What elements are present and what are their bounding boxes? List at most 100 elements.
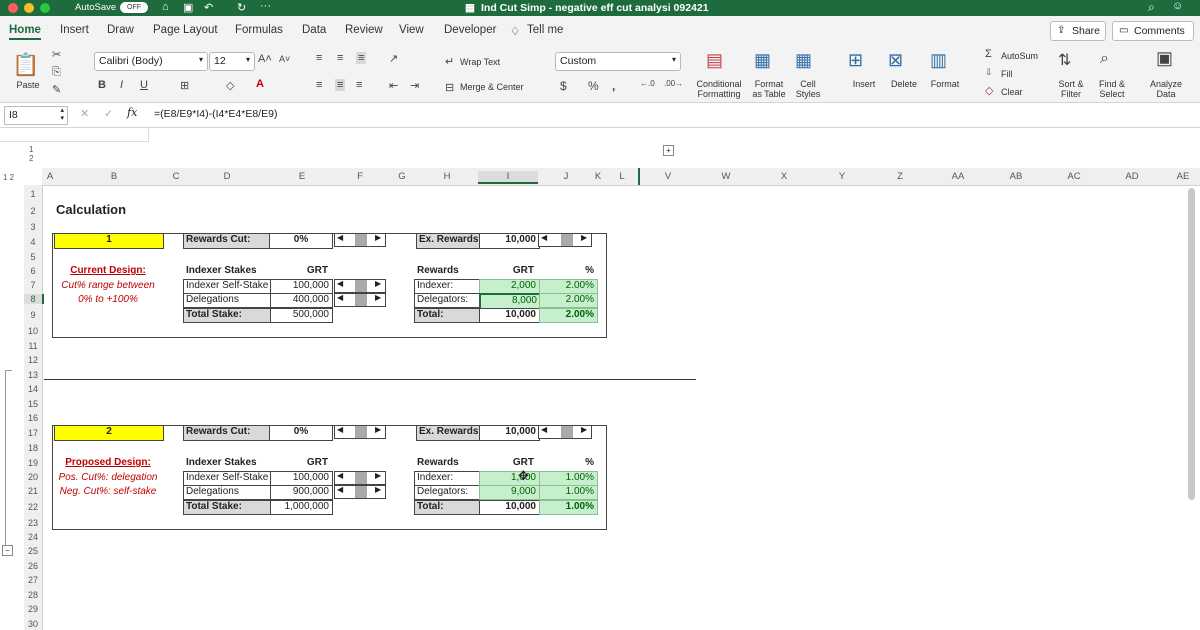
borders-icon[interactable]: ⊞ — [180, 79, 189, 92]
analyze-data-icon[interactable]: ▣ — [1156, 48, 1173, 69]
row-header[interactable]: 6 — [24, 266, 42, 276]
tab-data[interactable]: Data — [302, 24, 326, 36]
fx-icon[interactable]: fx — [127, 106, 137, 119]
block1-self-stake-slider[interactable]: ◀ ▶ — [334, 279, 386, 293]
orientation-icon[interactable]: ↗ — [389, 52, 398, 65]
block1-indexer-grt[interactable]: 2,000 — [479, 279, 540, 294]
undo-icon[interactable]: ↶ — [204, 1, 213, 14]
comments-button[interactable]: ▭ Comments — [1112, 21, 1194, 41]
format-cells-icon[interactable]: ▥ — [930, 50, 947, 71]
account-icon[interactable]: ☺ — [1172, 0, 1183, 12]
underline-icon[interactable]: U — [140, 79, 148, 91]
outline-level-buttons-left[interactable]: 1 2 — [3, 173, 14, 182]
row-header[interactable]: 26 — [24, 561, 42, 571]
formula-input[interactable]: =(E8/E9*I4)-(I4*E4*E8/E9) — [154, 108, 277, 120]
row-header[interactable]: 10 — [24, 326, 42, 336]
column-header[interactable]: Z — [872, 171, 928, 182]
autosum-button[interactable]: AutoSum — [1001, 51, 1038, 61]
block1-ex-rewards-value[interactable]: 10,000 — [479, 233, 540, 249]
home-icon[interactable]: ⌂ — [162, 1, 169, 13]
block1-delegations-value[interactable]: 400,000 — [270, 293, 333, 308]
increase-indent-icon[interactable]: ⇥ — [410, 79, 419, 92]
collapse-rows-icon[interactable]: − — [2, 545, 13, 556]
column-header[interactable]: B — [58, 171, 170, 182]
row-header[interactable]: 4 — [24, 237, 42, 247]
minimize-window-icon[interactable] — [24, 3, 34, 13]
align-center-icon[interactable]: ≡ — [335, 79, 346, 91]
tab-developer[interactable]: Developer — [444, 24, 496, 36]
block2-total-grt[interactable]: 10,000 — [479, 500, 540, 515]
slider-thumb[interactable] — [355, 472, 367, 484]
column-header[interactable]: K — [592, 171, 604, 182]
column-header-selected[interactable]: I — [478, 171, 538, 184]
slider-thumb[interactable] — [355, 280, 367, 292]
block1-id[interactable]: 1 — [54, 233, 164, 249]
merge-center-button[interactable]: Merge & Center — [460, 82, 524, 92]
decrease-font-icon[interactable]: A˅ — [279, 54, 290, 64]
vertical-scrollbar[interactable] — [1188, 188, 1195, 500]
block2-self-stake-value[interactable]: 100,000 — [270, 471, 333, 486]
row-header[interactable]: 28 — [24, 590, 42, 600]
block2-ex-rewards-slider[interactable]: ◀ ▶ — [538, 425, 592, 439]
cut-icon[interactable]: ✂ — [52, 48, 61, 61]
slider-thumb[interactable] — [355, 234, 367, 246]
increase-decimal-icon[interactable]: ←.0 — [640, 79, 655, 88]
paste-icon[interactable]: 📋 — [12, 52, 39, 78]
slider-thumb[interactable] — [561, 426, 573, 438]
block2-rewards-cut-value[interactable]: 0% — [269, 425, 333, 441]
block1-delegators-pct[interactable]: 2.00% — [539, 293, 598, 308]
fill-color-icon[interactable]: ◇ — [226, 79, 234, 92]
align-right-icon[interactable]: ≡ — [356, 79, 362, 91]
tab-home[interactable]: Home — [9, 24, 41, 40]
currency-icon[interactable]: $ — [560, 79, 567, 93]
font-size-select[interactable]: 12 ▾ — [209, 52, 255, 71]
tab-insert[interactable]: Insert — [60, 24, 89, 36]
column-header[interactable]: Y — [814, 171, 870, 182]
row-header[interactable]: 3 — [24, 222, 42, 232]
row-header[interactable]: 23 — [24, 518, 42, 528]
align-middle-icon[interactable]: ≡ — [337, 52, 343, 64]
column-header[interactable]: G — [388, 171, 416, 182]
row-header[interactable]: 15 — [24, 399, 42, 409]
block2-total-stake-value[interactable]: 1,000,000 — [270, 500, 333, 515]
row-header[interactable]: 25 — [24, 546, 42, 556]
row-header[interactable]: 9 — [24, 310, 42, 320]
column-header[interactable]: D — [182, 171, 272, 182]
tab-view[interactable]: View — [399, 24, 424, 36]
column-header[interactable]: W — [698, 171, 754, 182]
more-icon[interactable]: ··· — [260, 0, 271, 12]
block1-total-pct[interactable]: 2.00% — [539, 308, 598, 323]
block1-delegations-slider[interactable]: ◀ ▶ — [334, 293, 386, 307]
align-left-icon[interactable]: ≡ — [316, 79, 322, 91]
outline-level-buttons-top[interactable]: 12 — [29, 145, 33, 163]
percent-icon[interactable]: % — [588, 79, 599, 93]
row-header[interactable]: 17 — [24, 428, 42, 438]
align-bottom-icon[interactable]: ≡ — [356, 52, 367, 64]
row-header[interactable]: 19 — [24, 458, 42, 468]
number-format-select[interactable]: Custom ▾ — [555, 52, 681, 71]
autosave-toggle[interactable]: OFF — [120, 2, 148, 13]
column-header[interactable]: AC — [1046, 171, 1102, 182]
delete-cells-icon[interactable]: ⊠ — [888, 50, 903, 71]
block1-total-grt[interactable]: 10,000 — [479, 308, 540, 323]
column-header[interactable]: A — [42, 171, 58, 182]
align-top-icon[interactable]: ≡ — [316, 52, 322, 64]
column-header[interactable]: H — [416, 171, 478, 182]
block1-total-stake-value[interactable]: 500,000 — [270, 308, 333, 323]
name-box[interactable]: I8 ▴ ▾ — [4, 106, 68, 125]
zoom-window-icon[interactable] — [40, 3, 50, 13]
sort-filter-icon[interactable]: ⇅ — [1058, 50, 1071, 70]
block2-delegations-slider[interactable]: ◀ ▶ — [334, 485, 386, 499]
row-header[interactable]: 2 — [24, 206, 42, 216]
insert-cells-icon[interactable]: ⊞ — [848, 50, 863, 71]
column-header[interactable]: AD — [1104, 171, 1160, 182]
slider-thumb[interactable] — [355, 486, 367, 498]
row-header[interactable]: 20 — [24, 472, 42, 482]
block2-id[interactable]: 2 — [54, 425, 164, 441]
expand-columns-icon[interactable]: + — [663, 145, 674, 156]
enter-icon[interactable]: ✓ — [104, 107, 113, 120]
find-select-icon[interactable]: ⌕ — [1100, 50, 1109, 68]
tab-page-layout[interactable]: Page Layout — [153, 24, 218, 36]
row-header[interactable]: 11 — [24, 341, 42, 351]
row-header-selected[interactable]: 8 — [24, 294, 44, 304]
